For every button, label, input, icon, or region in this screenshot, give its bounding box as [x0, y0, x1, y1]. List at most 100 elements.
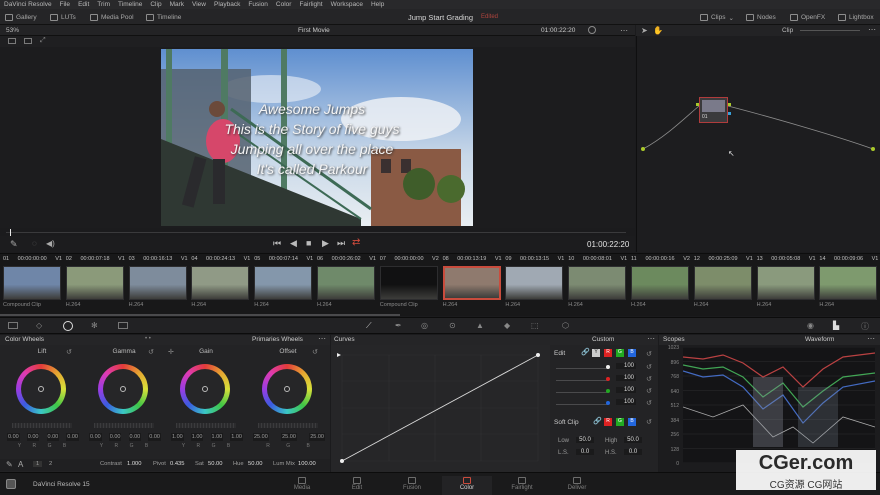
key-icon[interactable]: ◆	[504, 321, 510, 330]
clip-thumbnail[interactable]: 11 00:00:00:16 V2 H.264	[629, 254, 691, 314]
reset-icon[interactable]: ↺	[312, 348, 318, 356]
reset-r-icon[interactable]: ↺	[646, 375, 652, 383]
hue-value[interactable]: 50.00	[248, 461, 263, 467]
motion-effects-icon[interactable]	[118, 322, 128, 329]
reset-b-icon[interactable]: ↺	[646, 399, 652, 407]
wheel-value[interactable]: 25.00	[309, 433, 325, 441]
wheel-value[interactable]: 0.00	[26, 433, 40, 441]
color-wheel-handle[interactable]	[202, 386, 208, 392]
edit-slider-r[interactable]	[556, 380, 608, 381]
video-frame[interactable]: Awesome Jumps This is the Story of five …	[161, 49, 473, 226]
scopes-icon[interactable]: ▙	[833, 321, 839, 330]
edit-slider-g[interactable]	[556, 392, 608, 393]
reset-softclip-icon[interactable]: ↺	[646, 418, 652, 426]
media-pool-button[interactable]: Media Pool	[90, 12, 134, 23]
channel-r-button[interactable]: R	[604, 349, 612, 357]
stop-icon[interactable]: ■	[306, 238, 311, 248]
page-deliver[interactable]: Deliver	[552, 476, 602, 495]
ls-value[interactable]: 0.0	[576, 449, 594, 455]
edit-value-r[interactable]: 100	[616, 375, 636, 381]
playhead[interactable]	[10, 229, 11, 236]
clip-thumbnail[interactable]: 13 00:00:05:08 V1 H.264	[755, 254, 817, 314]
zoom-level[interactable]: 53%	[6, 27, 19, 34]
menu-color[interactable]: Color	[276, 1, 292, 8]
sizing-icon[interactable]: ⬚	[531, 321, 539, 330]
wheel-value[interactable]: 0.00	[108, 433, 122, 441]
clip-thumbnail[interactable]: 02 00:00:07:18 V1 H.264	[64, 254, 126, 314]
link-icon[interactable]: 🔗	[593, 417, 602, 425]
channel-b-button[interactable]: B	[628, 349, 636, 357]
openfx-button[interactable]: OpenFX	[790, 12, 825, 23]
clip-thumbnail[interactable]: 10 00:00:08:01 V1 H.264	[566, 254, 628, 314]
color-wheel-handle[interactable]	[120, 386, 126, 392]
info-icon[interactable]: ⓘ	[861, 321, 869, 332]
node-input-handle[interactable]	[696, 103, 699, 106]
master-wheel-slider[interactable]	[12, 423, 72, 428]
edit-value-b[interactable]: 100	[616, 399, 636, 405]
clip-thumbnail[interactable]: 05 00:00:07:14 V1 H.264	[252, 254, 314, 314]
stereo-icon[interactable]: ◉	[807, 321, 814, 330]
softclip-r-button[interactable]: R	[604, 418, 612, 426]
unmix-icon[interactable]: ◌	[32, 239, 37, 248]
play-reverse-icon[interactable]: ◀	[290, 238, 297, 249]
nodes-button[interactable]: Nodes	[746, 12, 776, 23]
master-wheel-slider[interactable]	[258, 423, 318, 428]
wheel-value[interactable]: 0.00	[7, 433, 20, 441]
master-wheel-slider[interactable]	[94, 423, 154, 428]
node-01[interactable]: 01	[699, 97, 728, 123]
pivot-value[interactable]: 0.435	[170, 461, 185, 467]
color-wheels-icon[interactable]	[63, 321, 73, 331]
master-wheel-slider[interactable]	[176, 423, 236, 428]
node-zoom-slider[interactable]	[800, 30, 860, 31]
loop-playback-icon[interactable]: ⇄	[352, 237, 360, 248]
reset-icon[interactable]: ↺	[148, 348, 154, 356]
clip-thumbnail[interactable]: 04 00:00:24:13 V1 H.264	[189, 254, 251, 314]
more-options-icon[interactable]: ⋯	[867, 334, 875, 343]
more-options-icon[interactable]: ⋯	[318, 334, 326, 343]
timeline-name[interactable]: First Movie	[298, 27, 330, 34]
picker-icon[interactable]: ✛	[168, 348, 174, 356]
wheel-gamma[interactable]: Gamma ↺ 0.00 0.00 0.00 0.00 Y R G B	[84, 345, 164, 449]
softclip-b-button[interactable]: B	[628, 418, 636, 426]
go-to-end-icon[interactable]: ⏭	[337, 238, 345, 249]
curves-icon[interactable]: ⟋	[366, 321, 372, 331]
wheel-value[interactable]: 1.00	[210, 433, 224, 441]
loop-icon[interactable]	[588, 26, 596, 34]
clip-thumbnail[interactable]: 03 00:00:16:13 V1 H.264	[127, 254, 189, 314]
wheel-offset[interactable]: Offset ↺ 25.00 25.00 25.00 R G B	[248, 345, 328, 449]
clips-button[interactable]: Clips ⌄	[700, 12, 734, 23]
page-color[interactable]: Color	[442, 476, 492, 495]
timeline-button[interactable]: Timeline	[146, 12, 181, 23]
camera-raw-icon[interactable]	[8, 322, 18, 329]
split-screen-icon[interactable]	[24, 38, 32, 44]
image-wipe-icon[interactable]	[8, 38, 16, 44]
clip-thumbnail[interactable]: 12 00:00:25:09 V1 H.264	[692, 254, 754, 314]
high-value[interactable]: 50.0	[624, 437, 642, 443]
wheel-lift[interactable]: Lift ↺ 0.00 0.00 0.00 0.00 Y R G B	[2, 345, 82, 449]
more-options-icon[interactable]: ⋯	[647, 334, 655, 343]
blur-icon[interactable]: ▲	[476, 321, 484, 330]
page-1-button[interactable]: 1	[33, 461, 43, 467]
window-icon[interactable]: ◎	[421, 321, 428, 330]
3d-icon[interactable]: ⬡	[562, 321, 569, 330]
rgb-mixer-icon[interactable]: ✻	[91, 321, 98, 330]
wheels-mode-select[interactable]: Primaries Wheels	[252, 336, 303, 343]
wheel-value[interactable]: 1.00	[230, 433, 243, 441]
contrast-value[interactable]: 1.000	[127, 461, 142, 467]
channel-y-button[interactable]: Y	[592, 349, 600, 357]
node-output-handle[interactable]	[728, 103, 731, 106]
menu-mark[interactable]: Mark	[170, 1, 184, 8]
qualifier-icon[interactable]: ✒	[395, 321, 402, 330]
wheel-value[interactable]: 0.00	[46, 433, 60, 441]
lightbox-button[interactable]: Lightbox	[838, 12, 874, 23]
wheel-value[interactable]: 0.00	[66, 433, 79, 441]
reset-icon[interactable]: ↺	[66, 348, 72, 356]
clip-thumbnail[interactable]: 01 00:00:00:00 V1 Compound Clip	[1, 254, 63, 314]
reset-icon[interactable]: ↺	[646, 350, 652, 358]
viewer-scrubber[interactable]	[6, 229, 626, 236]
menu-workspace[interactable]: Workspace	[331, 1, 363, 8]
tracker-icon[interactable]: ⊙	[449, 321, 456, 330]
menu-help[interactable]: Help	[371, 1, 384, 8]
curves-graph[interactable]	[331, 345, 550, 472]
edit-slider-b[interactable]	[556, 404, 608, 405]
